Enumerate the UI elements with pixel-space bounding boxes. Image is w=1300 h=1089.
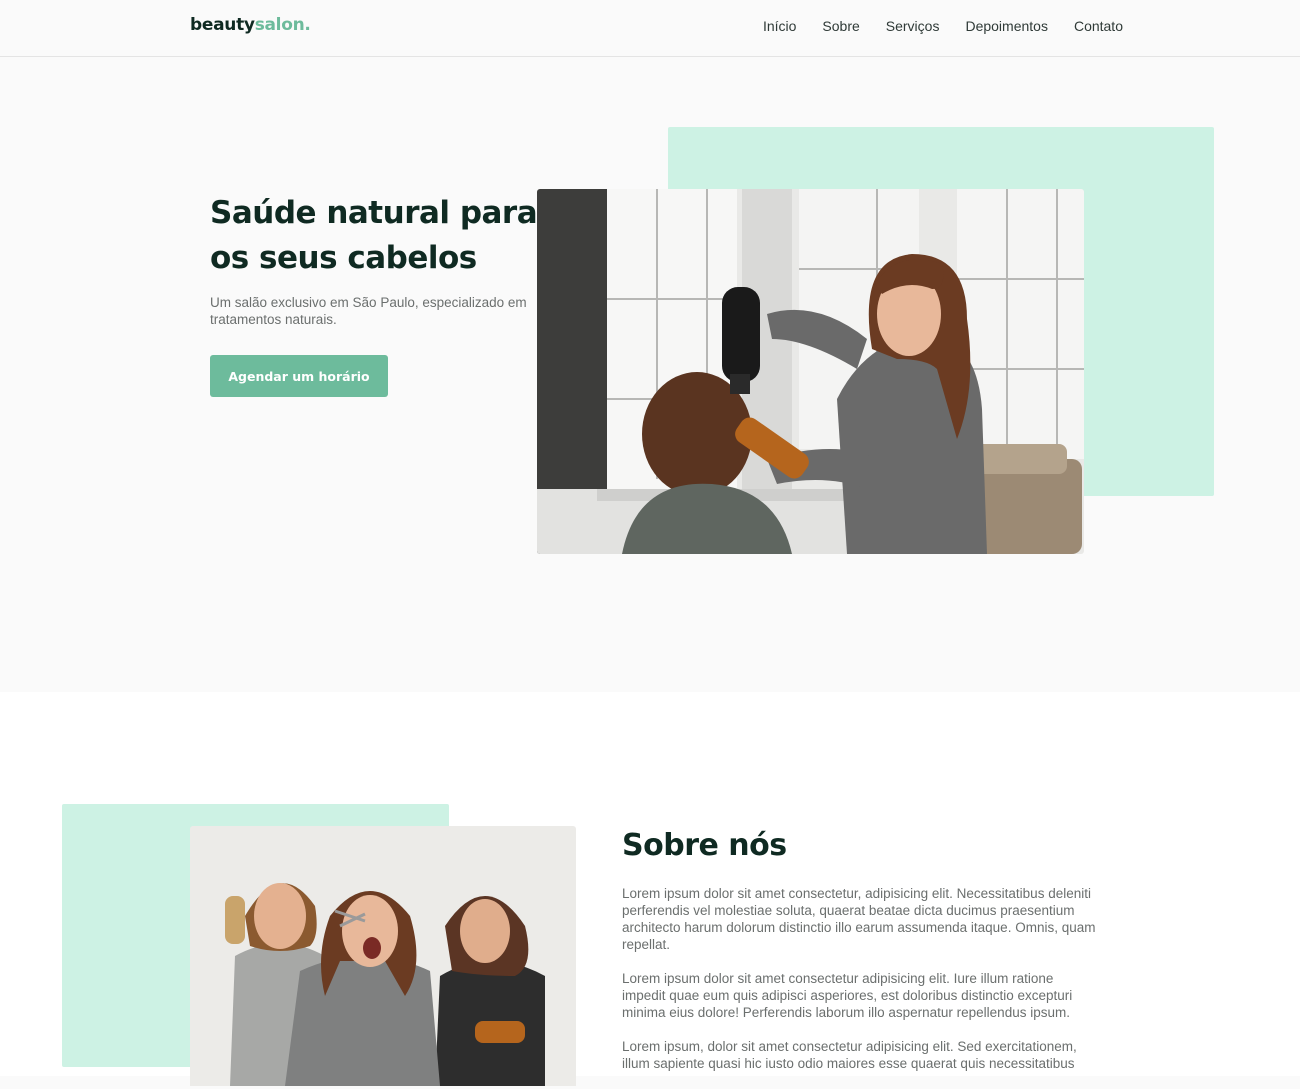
nav-link-contato[interactable]: Contato	[1074, 18, 1123, 34]
nav-link-servicos[interactable]: Serviços	[886, 18, 940, 34]
logo[interactable]: beautysalon.	[190, 15, 311, 35]
about-team-photo	[190, 826, 576, 1086]
about-paragraph: Lorem ipsum dolor sit amet consectetur a…	[622, 971, 1073, 1020]
main-nav: Início Sobre Serviços Depoimentos Contat…	[763, 18, 1123, 34]
about-paragraph: Lorem ipsum dolor sit amet consectetur, …	[622, 886, 1096, 952]
logo-accent-text: salon.	[254, 15, 311, 35]
about-section: Sobre nós Lorem ipsum dolor sit amet con…	[0, 692, 1300, 1086]
hero-salon-photo	[537, 189, 1084, 554]
about-paragraph: Lorem ipsum, dolor sit amet consectetur …	[622, 1039, 1077, 1071]
nav-link-inicio[interactable]: Início	[763, 18, 796, 34]
nav-link-depoimentos[interactable]: Depoimentos	[965, 18, 1048, 34]
site-header: beautysalon. Início Sobre Serviços Depoi…	[0, 0, 1300, 57]
logo-text: beauty	[190, 15, 255, 35]
nav-link-sobre[interactable]: Sobre	[822, 18, 859, 34]
about-title: Sobre nós	[622, 828, 787, 863]
about-text: Lorem ipsum dolor sit amet consectetur, …	[622, 885, 1100, 1089]
hero-subtitle: Um salão exclusivo em São Paulo, especia…	[210, 295, 527, 327]
schedule-button[interactable]: Agendar um horário	[210, 355, 388, 397]
hero-title: Saúde natural para os seus cabelos	[210, 195, 538, 276]
hero-section: Saúde natural para os seus cabelos Um sa…	[0, 57, 1300, 692]
